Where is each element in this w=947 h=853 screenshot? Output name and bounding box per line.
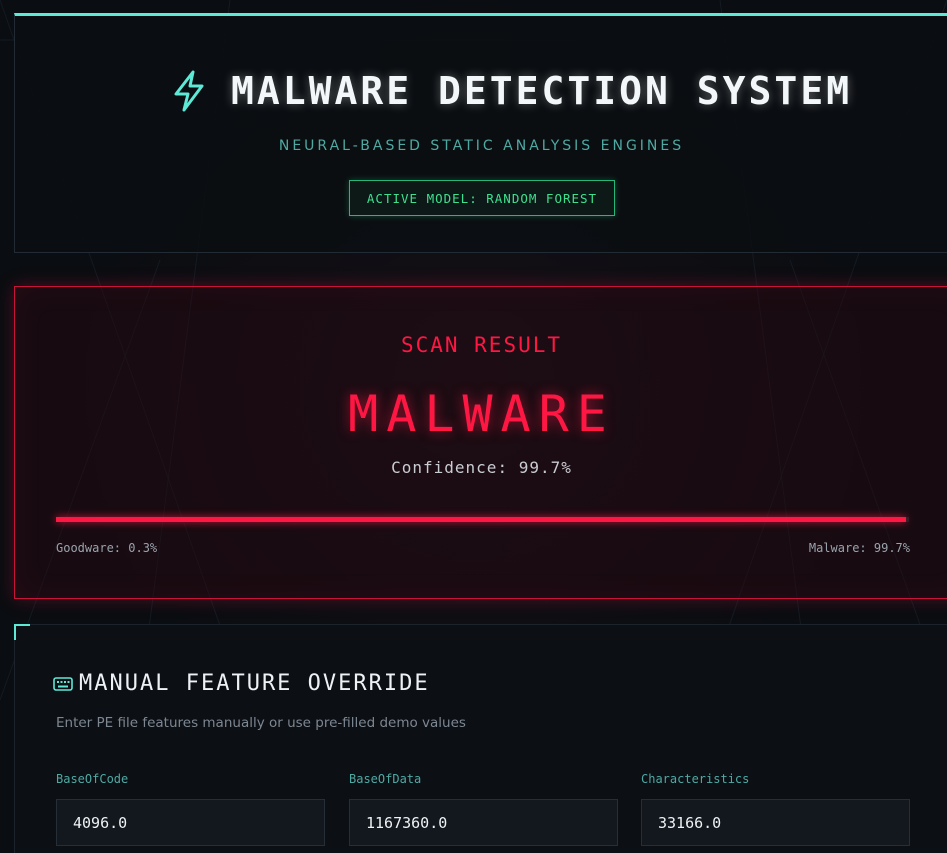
section-description: Enter PE file features manually or use p… bbox=[56, 715, 466, 731]
section-title: MANUAL FEATURE OVERRIDE bbox=[79, 671, 430, 696]
active-model-badge: ACTIVE MODEL: RANDOM FOREST bbox=[349, 180, 615, 216]
feature-override-panel: MANUAL FEATURE OVERRIDE Enter PE file fe… bbox=[14, 624, 947, 853]
base-of-data-input[interactable] bbox=[349, 799, 618, 846]
section-title-row: MANUAL FEATURE OVERRIDE bbox=[53, 671, 430, 696]
title-row: MALWARE DETECTION SYSTEM bbox=[171, 68, 852, 114]
page: MALWARE DETECTION SYSTEM NEURAL-BASED ST… bbox=[0, 0, 947, 853]
page-subtitle: NEURAL-BASED STATIC ANALYSIS ENGINES bbox=[278, 138, 685, 154]
field-base-of-code: BaseOfCode bbox=[56, 771, 325, 846]
lightning-bolt-icon bbox=[174, 70, 204, 112]
scan-result-label: SCAN RESULT bbox=[400, 333, 563, 357]
field-label: BaseOfData bbox=[349, 772, 422, 786]
field-base-of-data: BaseOfData bbox=[349, 771, 618, 846]
field-characteristics: Characteristics bbox=[641, 771, 910, 846]
corner-accent bbox=[14, 624, 30, 640]
field-label: Characteristics bbox=[641, 772, 750, 786]
page-title: MALWARE DETECTION SYSTEM bbox=[231, 69, 853, 113]
base-of-code-input[interactable] bbox=[56, 799, 325, 846]
probability-bar-fill bbox=[56, 517, 907, 522]
probability-bar bbox=[56, 517, 909, 522]
header-panel: MALWARE DETECTION SYSTEM NEURAL-BASED ST… bbox=[14, 13, 947, 253]
field-label: BaseOfCode bbox=[56, 772, 129, 786]
verdict-text: MALWARE bbox=[348, 385, 615, 443]
characteristics-input[interactable] bbox=[641, 799, 910, 846]
malware-probability-label: Malware: 99.7% bbox=[808, 541, 910, 555]
scan-result-panel: SCAN RESULT MALWARE Confidence: 99.7% Go… bbox=[14, 286, 947, 599]
keyboard-icon bbox=[53, 676, 73, 691]
confidence-text: Confidence: 99.7% bbox=[391, 458, 572, 477]
goodware-probability-label: Goodware: 0.3% bbox=[56, 541, 158, 555]
